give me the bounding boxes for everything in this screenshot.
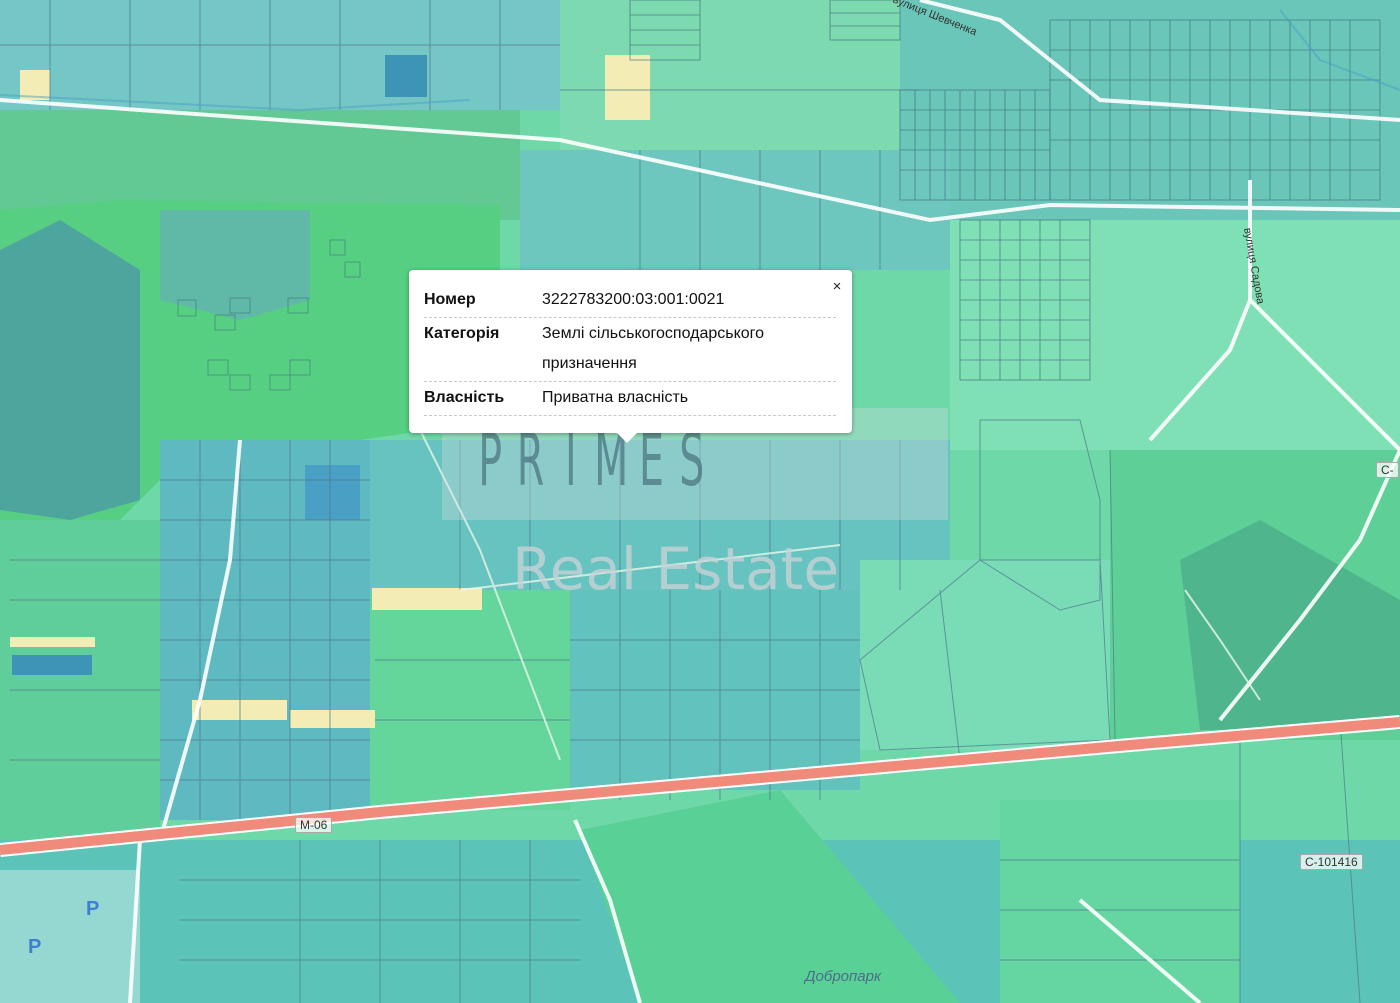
parcel-zone <box>370 590 570 810</box>
parcel-zone <box>1000 800 1240 1003</box>
parking-icon: P <box>28 936 42 958</box>
popup-key: Власність <box>424 389 505 406</box>
popup-key: Номер <box>424 291 476 308</box>
popup-row-ownership: Власність Приватна власність <box>424 382 836 416</box>
parcel-info-popup: × Номер 3222783200:03:001:0021 Категорія… <box>409 270 852 443</box>
popup-pointer <box>617 433 637 443</box>
parcel-zone <box>950 220 1400 450</box>
parcel-zone <box>0 0 560 110</box>
watermark-subtitle: Real Estate <box>512 535 840 603</box>
pond <box>305 465 360 520</box>
parcel-yellow <box>10 637 95 647</box>
parcel-zone <box>0 520 160 840</box>
forest-dark-zone <box>0 220 140 520</box>
parcel-yellow <box>372 588 482 610</box>
place-label-dobropark: Добропарк <box>805 968 882 985</box>
popup-key: Категорія <box>424 325 500 342</box>
parcel-yellow <box>290 710 375 728</box>
parking-icon: P <box>86 898 100 920</box>
close-icon[interactable]: × <box>830 279 844 294</box>
road-label-c-edge: С- <box>1376 462 1399 478</box>
forest-dark-zone <box>160 210 310 320</box>
road-label-m06: М-06 <box>295 817 333 833</box>
popup-value: Приватна власність <box>542 389 689 406</box>
village-zone <box>0 870 140 1003</box>
parcel-dark <box>12 655 92 675</box>
popup-value: 3222783200:03:001:0021 <box>542 291 725 308</box>
parcel-dark <box>385 55 427 97</box>
popup-value: Землі сільськогосподарського призначення <box>542 325 765 372</box>
popup-row-category: Категорія Землі сільськогосподарського п… <box>424 318 836 382</box>
road-label-c101416: С-101416 <box>1300 854 1363 870</box>
parcel-yellow <box>605 55 650 120</box>
parcel-zone <box>860 560 1120 750</box>
popup-row-number: Номер 3222783200:03:001:0021 <box>424 284 836 318</box>
